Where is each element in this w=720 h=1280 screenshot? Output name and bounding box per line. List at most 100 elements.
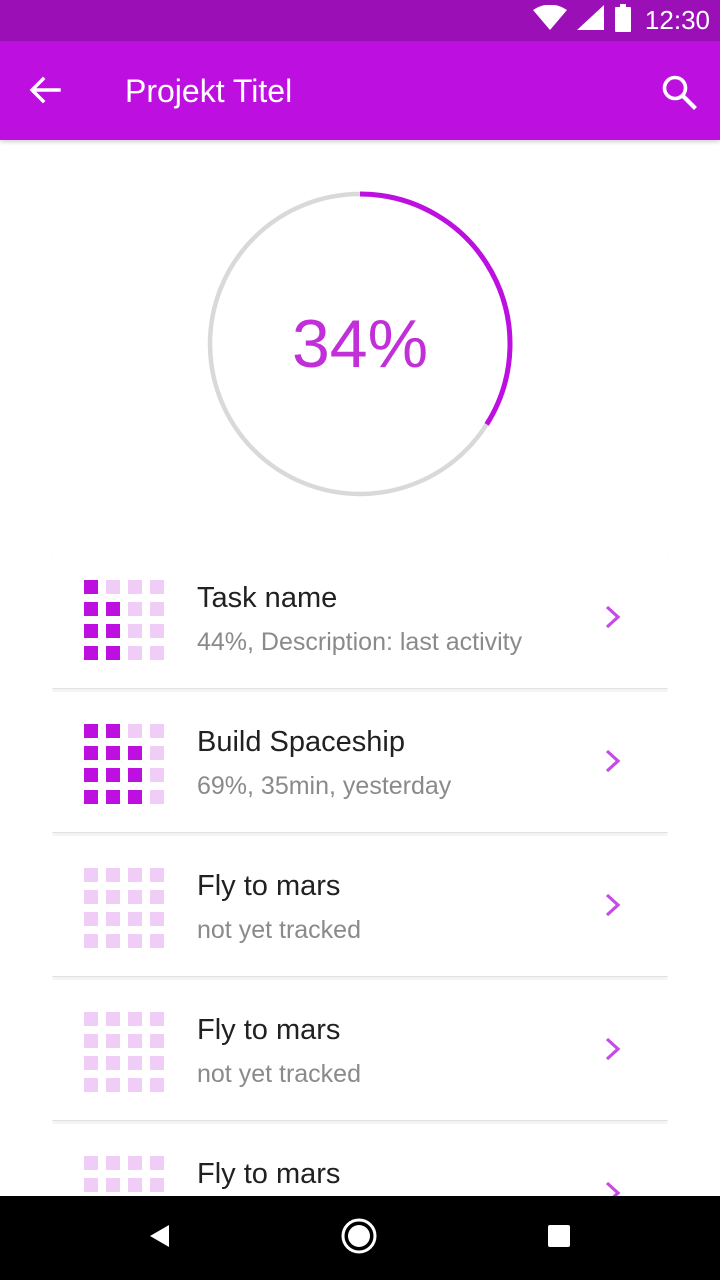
- status-icons: 12:30: [532, 0, 710, 41]
- grid-cell-empty: [150, 724, 164, 738]
- grid-cell-filled: [106, 768, 120, 782]
- status-bar: 12:30: [0, 0, 720, 41]
- grid-cell-filled: [128, 768, 142, 782]
- task-list-item[interactable]: Fly to mars not yet tracked: [52, 836, 668, 976]
- grid-cell-filled: [84, 602, 98, 616]
- grid-cell-empty: [106, 890, 120, 904]
- battery-icon: [614, 4, 631, 37]
- grid-cell-empty: [128, 724, 142, 738]
- grid-cell-empty: [128, 1034, 142, 1048]
- grid-cell-filled: [106, 746, 120, 760]
- grid-cell-filled: [84, 790, 98, 804]
- signal-icon: [576, 5, 605, 36]
- grid-cell-empty: [128, 912, 142, 926]
- grid-cell-empty: [84, 1034, 98, 1048]
- search-button[interactable]: [656, 71, 702, 117]
- chevron-right-icon[interactable]: [598, 888, 628, 922]
- grid-cell-empty: [84, 1012, 98, 1026]
- grid-cell-empty: [84, 1078, 98, 1092]
- task-progress-grid-icon: [84, 724, 164, 804]
- grid-cell-empty: [128, 602, 142, 616]
- grid-cell-filled: [84, 580, 98, 594]
- grid-cell-empty: [106, 1034, 120, 1048]
- nav-recents-button[interactable]: [537, 1216, 581, 1260]
- grid-cell-empty: [150, 1056, 164, 1070]
- grid-cell-filled: [84, 724, 98, 738]
- task-progress-grid-icon: [84, 1012, 164, 1092]
- grid-cell-empty: [150, 890, 164, 904]
- grid-cell-empty: [128, 1056, 142, 1070]
- grid-cell-empty: [150, 934, 164, 948]
- app-bar: Projekt Titel: [0, 41, 720, 140]
- task-name: Build Spaceship: [197, 726, 405, 758]
- nav-home-button[interactable]: [337, 1216, 381, 1260]
- nav-back-icon: [147, 1223, 173, 1254]
- grid-cell-empty: [128, 868, 142, 882]
- nav-back-button[interactable]: [138, 1216, 182, 1260]
- grid-cell-empty: [150, 790, 164, 804]
- chevron-right-icon[interactable]: [598, 1032, 628, 1066]
- grid-cell-empty: [150, 1178, 164, 1192]
- grid-cell-filled: [106, 646, 120, 660]
- nav-home-icon: [339, 1216, 379, 1261]
- grid-cell-empty: [84, 1056, 98, 1070]
- task-name: Fly to mars: [197, 1014, 341, 1046]
- task-list-item[interactable]: Build Spaceship 69%, 35min, yesterday: [52, 692, 668, 832]
- task-list-item[interactable]: Task name 44%, Description: last activity: [52, 548, 668, 688]
- grid-cell-filled: [106, 624, 120, 638]
- grid-cell-empty: [84, 868, 98, 882]
- status-time: 12:30: [644, 5, 710, 35]
- search-icon: [661, 74, 697, 115]
- task-progress-grid-icon: [84, 580, 164, 660]
- grid-cell-empty: [128, 580, 142, 594]
- page-title: Projekt Titel: [125, 73, 293, 109]
- grid-cell-filled: [84, 746, 98, 760]
- task-name: Task name: [197, 582, 338, 614]
- task-description: not yet tracked: [197, 916, 361, 944]
- grid-cell-empty: [84, 890, 98, 904]
- grid-cell-empty: [150, 646, 164, 660]
- grid-cell-empty: [150, 1078, 164, 1092]
- grid-cell-empty: [84, 1178, 98, 1192]
- chevron-right-icon[interactable]: [598, 600, 628, 634]
- grid-cell-empty: [150, 768, 164, 782]
- grid-cell-filled: [84, 624, 98, 638]
- grid-cell-empty: [128, 1012, 142, 1026]
- grid-cell-empty: [128, 890, 142, 904]
- grid-cell-empty: [150, 1012, 164, 1026]
- grid-cell-empty: [106, 580, 120, 594]
- task-list: Task name 44%, Description: last activity…: [52, 548, 668, 1248]
- grid-cell-empty: [106, 1178, 120, 1192]
- task-description: not yet tracked: [197, 1060, 361, 1088]
- task-list-item[interactable]: Fly to mars not yet tracked: [52, 980, 668, 1120]
- task-description: 69%, 35min, yesterday: [197, 772, 452, 800]
- grid-cell-filled: [106, 602, 120, 616]
- grid-cell-empty: [128, 934, 142, 948]
- grid-cell-empty: [106, 1012, 120, 1026]
- grid-cell-empty: [106, 1056, 120, 1070]
- progress-ring: 34%: [206, 190, 514, 498]
- grid-cell-empty: [150, 580, 164, 594]
- grid-cell-empty: [106, 1156, 120, 1170]
- grid-cell-filled: [106, 790, 120, 804]
- system-nav-bar: [0, 1196, 720, 1280]
- grid-cell-empty: [128, 1078, 142, 1092]
- grid-cell-empty: [84, 1156, 98, 1170]
- task-description: 44%, Description: last activity: [197, 628, 523, 656]
- grid-cell-empty: [150, 1034, 164, 1048]
- progress-percent: 34%: [291, 306, 429, 382]
- grid-cell-filled: [84, 768, 98, 782]
- task-name: Fly to mars: [197, 870, 341, 902]
- arrow-left-icon: [29, 76, 61, 109]
- nav-recents-icon: [546, 1223, 572, 1254]
- grid-cell-empty: [150, 602, 164, 616]
- grid-cell-empty: [150, 1156, 164, 1170]
- chevron-right-icon[interactable]: [598, 744, 628, 778]
- grid-cell-empty: [84, 912, 98, 926]
- grid-cell-empty: [106, 868, 120, 882]
- grid-cell-empty: [106, 1078, 120, 1092]
- back-button[interactable]: [22, 69, 68, 115]
- grid-cell-empty: [150, 868, 164, 882]
- task-progress-grid-icon: [84, 868, 164, 948]
- grid-cell-empty: [128, 646, 142, 660]
